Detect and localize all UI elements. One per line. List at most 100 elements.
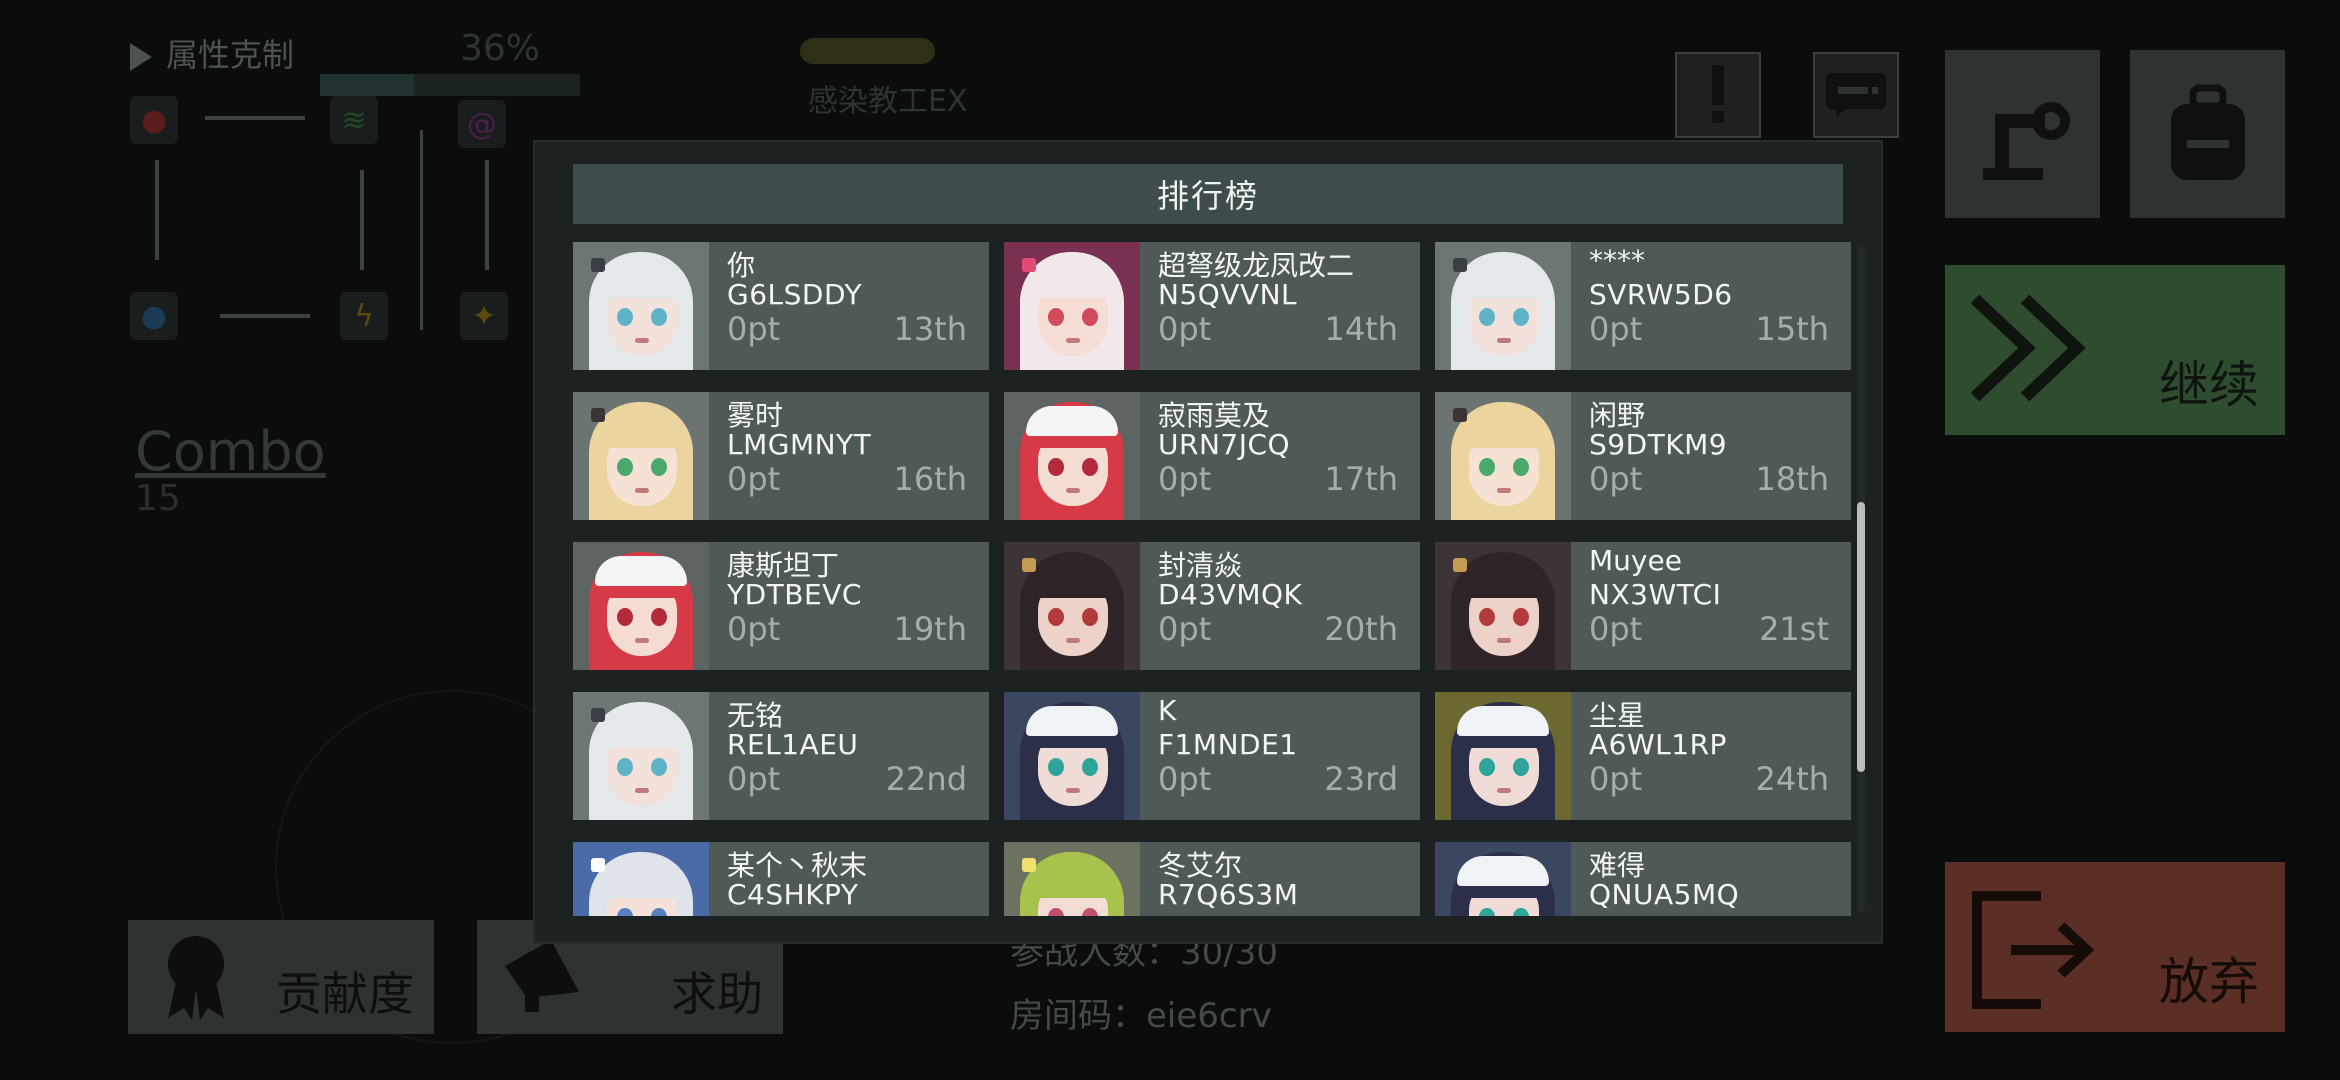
leaderboard-entry[interactable]: 寂雨莫及 URN7JCQ 0pt 17th: [1004, 392, 1420, 520]
help-label: 求助: [671, 967, 763, 1021]
leaderboard-entry[interactable]: 某个丶秋末 C4SHKPY: [573, 842, 989, 916]
leaderboard-entry[interactable]: 封清焱 D43VMQK 0pt 20th: [1004, 542, 1420, 670]
player-score: 0pt: [1158, 610, 1212, 648]
player-avatar: [1435, 842, 1571, 916]
player-rank: 22nd: [885, 760, 967, 798]
player-rank: 15th: [1755, 310, 1829, 348]
leaderboard-entry[interactable]: 冬艾尔 R7Q6S3M: [1004, 842, 1420, 916]
player-code: S9DTKM9: [1589, 428, 1728, 461]
player-rank: 20th: [1324, 610, 1398, 648]
player-code: R7Q6S3M: [1158, 878, 1299, 911]
player-code: LMGMNYT: [727, 428, 872, 461]
player-rank: 18th: [1755, 460, 1829, 498]
player-score: 0pt: [727, 310, 781, 348]
leaderboard-scroll-area[interactable]: 你 G6LSDDY 0pt 13th 超弩级龙凤改二 N5QVVNL 0pt 14th **…: [573, 242, 1853, 916]
player-rank: 24th: [1755, 760, 1829, 798]
leaderboard-entry[interactable]: 康斯坦丁 YDTBEVC 0pt 19th: [573, 542, 989, 670]
player-avatar: [573, 242, 709, 370]
player-score: 0pt: [1589, 310, 1643, 348]
arrow-line: [205, 116, 305, 120]
arrow-line: [155, 160, 159, 260]
room-code: 房间码：eie6crv: [1010, 996, 1272, 1036]
leaderboard-entry[interactable]: 雾时 LMGMNYT 0pt 16th: [573, 392, 989, 520]
leaderboard-entry[interactable]: 你 G6LSDDY 0pt 13th: [573, 242, 989, 370]
player-code: REL1AEU: [727, 728, 859, 761]
attribute-title: 属性克制: [166, 36, 295, 74]
player-score: 0pt: [1589, 760, 1643, 798]
lightning-element-icon: ϟ: [340, 292, 388, 340]
build-button[interactable]: [1945, 50, 2100, 218]
player-avatar: [1435, 692, 1571, 820]
player-avatar: [1004, 842, 1140, 916]
divider-line: [420, 130, 423, 330]
progress-bar: [320, 74, 580, 96]
continue-label: 继续: [2159, 356, 2259, 414]
player-rank: 13th: [893, 310, 967, 348]
robot-arm-icon: [1982, 102, 2070, 180]
progress-percent: 36%: [460, 28, 541, 69]
star-element-icon: ✦: [460, 292, 508, 340]
water-element-icon: ●: [130, 292, 178, 340]
leaderboard-entry[interactable]: 难得 QNUA5MQ: [1435, 842, 1851, 916]
player-score: 0pt: [727, 610, 781, 648]
contribution-label: 贡献度: [276, 967, 414, 1021]
alert-button[interactable]: [1675, 52, 1761, 138]
leaderboard-scrollbar[interactable]: [1857, 246, 1865, 912]
player-code: D43VMQK: [1158, 578, 1303, 611]
exit-icon: [1972, 891, 2095, 1009]
player-avatar: [573, 392, 709, 520]
exclamation-icon: [1712, 65, 1724, 123]
player-name: ****: [1589, 244, 1645, 277]
player-avatar: [1435, 392, 1571, 520]
player-code: F1MNDE1: [1158, 728, 1298, 761]
leaderboard-modal: 排行榜 你 G6LSDDY 0pt 13th 超弩级龙凤改二 N5QVVNL 0pt 14t…: [533, 140, 1883, 944]
leaderboard-entry[interactable]: K F1MNDE1 0pt 23rd: [1004, 692, 1420, 820]
player-rank: 14th: [1324, 310, 1398, 348]
combo-count: 15: [135, 478, 181, 519]
player-avatar: [573, 542, 709, 670]
player-avatar: [1004, 692, 1140, 820]
leaderboard-entry[interactable]: 超弩级龙凤改二 N5QVVNL 0pt 14th: [1004, 242, 1420, 370]
leaderboard-entry[interactable]: **** SVRW5D6 0pt 15th: [1435, 242, 1851, 370]
attribute-counter-toggle[interactable]: 属性克制: [130, 30, 294, 76]
player-score: 0pt: [727, 760, 781, 798]
combo-label: Combo: [135, 420, 326, 483]
wind-element-icon: ≋: [330, 96, 378, 144]
stage-name: 感染教工EX: [808, 84, 968, 119]
scrollbar-thumb[interactable]: [1857, 502, 1865, 772]
fire-element-icon: ●: [130, 96, 178, 144]
backpack-icon: [2170, 84, 2245, 180]
contribution-button[interactable]: 贡献度: [128, 920, 434, 1034]
ribbon-badge-icon: [168, 936, 224, 1020]
megaphone-icon: [505, 940, 579, 1012]
player-code: C4SHKPY: [727, 878, 859, 911]
player-avatar: [1004, 542, 1140, 670]
player-rank: 16th: [893, 460, 967, 498]
abandon-button[interactable]: 放弃: [1945, 862, 2285, 1032]
player-rank: 23rd: [1324, 760, 1398, 798]
chat-button[interactable]: [1813, 52, 1899, 138]
leaderboard-entry[interactable]: 闲野 S9DTKM9 0pt 18th: [1435, 392, 1851, 520]
abandon-label: 放弃: [2159, 953, 2259, 1011]
player-score: 0pt: [1589, 460, 1643, 498]
progress-bar-fill: [320, 74, 414, 96]
arrow-line: [360, 170, 364, 270]
arrow-line: [485, 160, 489, 270]
bag-button[interactable]: [2130, 50, 2285, 218]
play-triangle-icon: [130, 43, 152, 71]
player-code: N5QVVNL: [1158, 278, 1298, 311]
leaderboard-entry[interactable]: 无铭 REL1AEU 0pt 22nd: [573, 692, 989, 820]
player-code: A6WL1RP: [1589, 728, 1727, 761]
arrow-line: [220, 314, 310, 318]
stage-pill: [800, 38, 935, 64]
player-code: YDTBEVC: [727, 578, 862, 611]
player-rank: 19th: [893, 610, 967, 648]
leaderboard-entry[interactable]: Muyee NX3WTCI 0pt 21st: [1435, 542, 1851, 670]
leaderboard-entry[interactable]: 尘星 A6WL1RP 0pt 24th: [1435, 692, 1851, 820]
player-name: K: [1158, 694, 1177, 727]
player-code: SVRW5D6: [1589, 278, 1733, 311]
chat-icon: [1826, 73, 1886, 117]
continue-button[interactable]: 继续: [1945, 265, 2285, 435]
player-avatar: [573, 692, 709, 820]
player-name: Muyee: [1589, 544, 1682, 577]
